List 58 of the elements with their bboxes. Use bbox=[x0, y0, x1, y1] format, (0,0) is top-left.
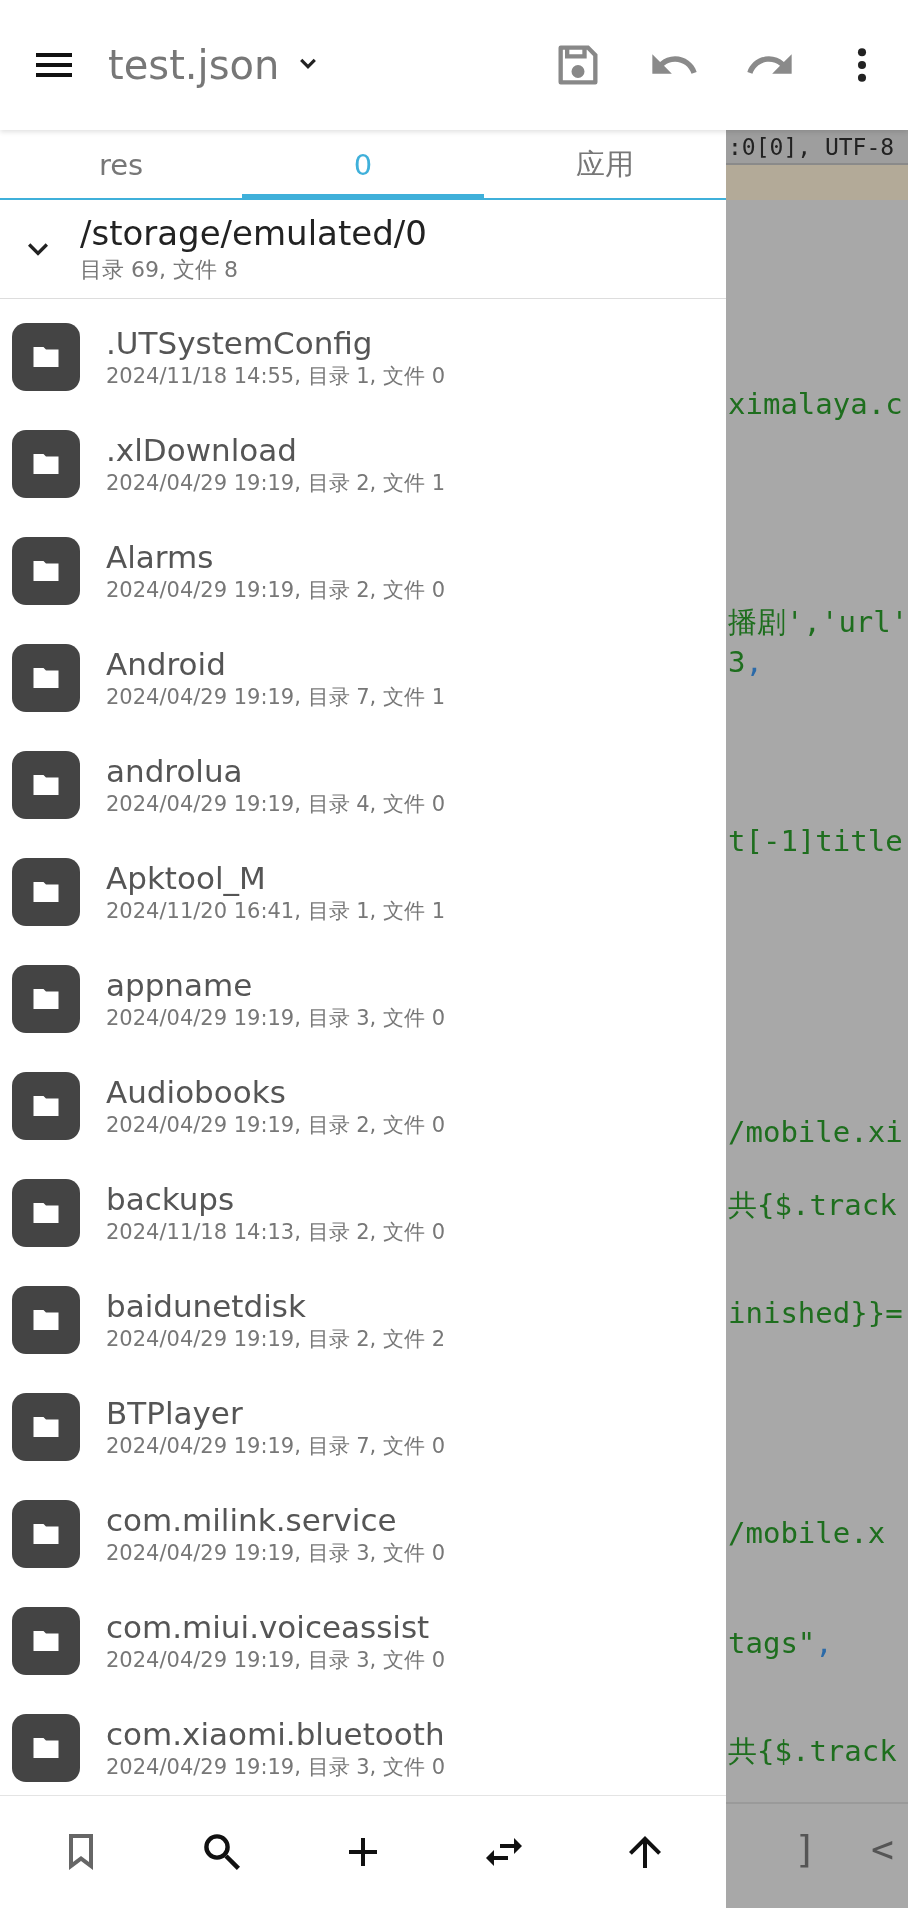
folder-name[interactable]: com.miui.voiceassist bbox=[106, 1607, 445, 1646]
folder-info: 2024/11/18 14:13, 目录 2, 文件 0 bbox=[106, 1218, 445, 1246]
folder-icon[interactable] bbox=[12, 964, 80, 1033]
folder-icon[interactable] bbox=[12, 1071, 80, 1140]
folder-path: /storage/emulated/0 bbox=[80, 213, 427, 253]
file-title[interactable]: test.json bbox=[108, 42, 280, 88]
folder-name[interactable]: Alarms bbox=[106, 537, 445, 576]
folder-summary: 目录 69, 文件 8 bbox=[80, 256, 239, 284]
folder-name[interactable]: Apktool_M bbox=[106, 858, 445, 897]
folder-icon[interactable] bbox=[12, 1499, 80, 1568]
folder-info: 2024/04/29 19:19, 目录 3, 文件 0 bbox=[106, 1646, 445, 1674]
folder-info: 2024/04/29 19:19, 目录 7, 文件 0 bbox=[106, 1432, 445, 1460]
folder-icon[interactable] bbox=[12, 1285, 80, 1354]
code-line: t[-1]title bbox=[728, 823, 904, 860]
folder-icon[interactable] bbox=[12, 1713, 80, 1782]
folder-info: 2024/11/20 16:41, 目录 1, 文件 1 bbox=[106, 897, 445, 925]
folder-info: 2024/04/29 19:19, 目录 2, 文件 0 bbox=[106, 576, 445, 604]
folder-info: 2024/04/29 19:19, 目录 4, 文件 0 bbox=[106, 790, 445, 818]
code-line: inished}}= bbox=[728, 1295, 904, 1332]
folder-icon[interactable] bbox=[12, 1178, 80, 1247]
code-line: 共{$.track bbox=[728, 1733, 898, 1770]
folder-name[interactable]: backups bbox=[106, 1179, 445, 1218]
tab[interactable]: 应用 bbox=[484, 130, 726, 200]
code-line: 播剧','url' bbox=[728, 604, 908, 641]
folder-name[interactable]: com.milink.service bbox=[106, 1500, 445, 1539]
code-line: /mobile.xi bbox=[728, 1114, 904, 1151]
folder-info: 2024/04/29 19:19, 目录 2, 文件 0 bbox=[106, 1111, 445, 1139]
folder-icon[interactable] bbox=[12, 750, 80, 819]
folder-icon[interactable] bbox=[12, 857, 80, 926]
folder-info: 2024/04/29 19:19, 目录 7, 文件 1 bbox=[106, 683, 445, 711]
folder-info: 2024/04/29 19:19, 目录 2, 文件 2 bbox=[106, 1325, 445, 1353]
tab[interactable]: res bbox=[0, 130, 242, 200]
folder-name[interactable]: baidunetdisk bbox=[106, 1286, 445, 1325]
folder-info: 2024/04/29 19:19, 目录 3, 文件 0 bbox=[106, 1539, 445, 1567]
folder-info: 2024/04/29 19:19, 目录 2, 文件 1 bbox=[106, 469, 445, 497]
folder-name[interactable]: com.xiaomi.bluetooth bbox=[106, 1714, 445, 1753]
folder-info: 2024/04/29 19:19, 目录 3, 文件 0 bbox=[106, 1004, 445, 1032]
folder-name[interactable]: Audiobooks bbox=[106, 1072, 445, 1111]
code-line: /mobile.x bbox=[728, 1515, 887, 1552]
status-text: :0[0], UTF-8 bbox=[726, 130, 908, 165]
code-line: 3, bbox=[728, 644, 764, 681]
folder-name[interactable]: .UTSystemConfig bbox=[106, 323, 445, 362]
code-line: tags", bbox=[728, 1625, 834, 1662]
folder-icon[interactable] bbox=[12, 1392, 80, 1461]
folder-icon[interactable] bbox=[12, 322, 80, 391]
folder-icon[interactable] bbox=[12, 429, 80, 498]
folder-name[interactable]: BTPlayer bbox=[106, 1393, 445, 1432]
code-line: ximalaya.c bbox=[728, 386, 904, 423]
folder-icon[interactable] bbox=[12, 643, 80, 712]
folder-icon[interactable] bbox=[12, 536, 80, 605]
folder-info: 2024/11/18 14:55, 目录 1, 文件 0 bbox=[106, 362, 445, 390]
folder-name[interactable]: Android bbox=[106, 644, 445, 683]
folder-name[interactable]: appname bbox=[106, 965, 445, 1004]
folder-icon[interactable] bbox=[12, 1606, 80, 1675]
folder-info: 2024/04/29 19:19, 目录 3, 文件 0 bbox=[106, 1753, 445, 1781]
folder-name[interactable]: androlua bbox=[106, 751, 445, 790]
code-line: 共{$.track bbox=[728, 1187, 898, 1224]
folder-name[interactable]: .xlDownload bbox=[106, 430, 445, 469]
